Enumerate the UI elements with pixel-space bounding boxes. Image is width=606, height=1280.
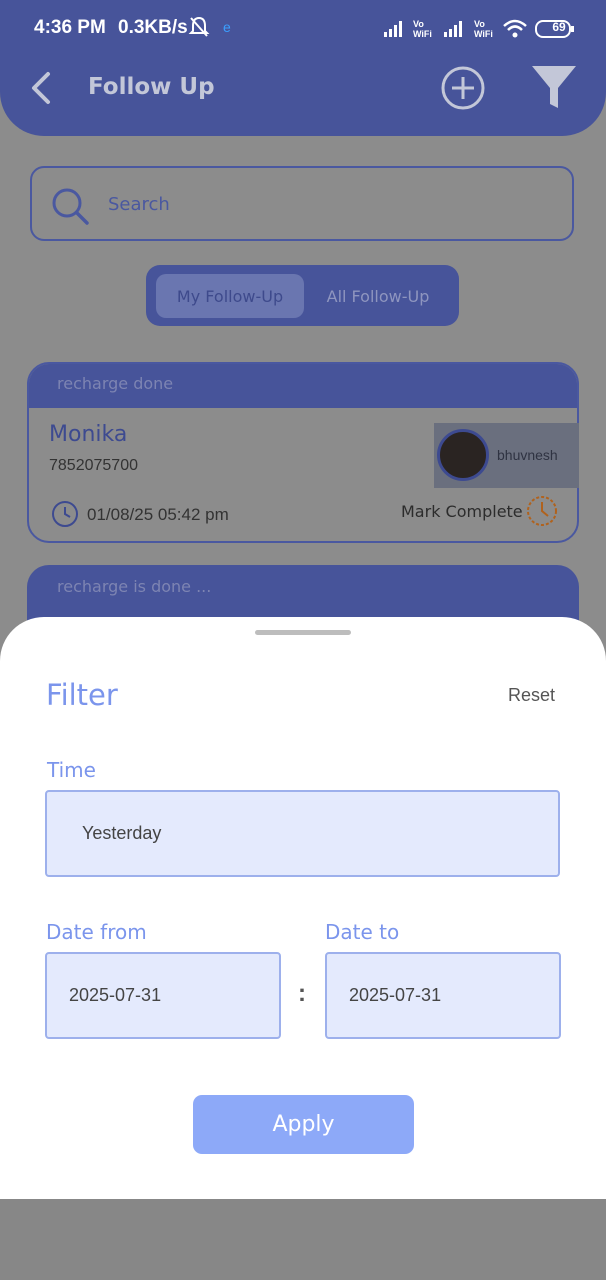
nav-bar-area	[0, 1199, 606, 1280]
time-label: Time	[47, 758, 96, 782]
date-to-value: 2025-07-31	[349, 985, 442, 1005]
date-to-label: Date to	[325, 920, 400, 944]
card-status: recharge is done ...	[57, 577, 212, 596]
contact-phone: 7852075700	[49, 457, 138, 474]
card-status: recharge done	[57, 374, 174, 393]
clock-pending-icon[interactable]	[525, 494, 559, 528]
date-separator: :	[298, 980, 306, 1007]
date-from-label: Date from	[46, 920, 147, 944]
page-title: Follow Up	[88, 74, 215, 100]
mark-complete-button[interactable]: Mark Complete	[401, 502, 523, 521]
time-select[interactable]: Yesterday	[45, 790, 560, 877]
network-speed: 0.3KB/s	[118, 17, 188, 38]
status-indicator: e	[223, 19, 231, 35]
avatar	[437, 429, 489, 481]
apply-button[interactable]: Apply	[193, 1095, 414, 1154]
search-icon	[52, 188, 89, 225]
bell-off-icon	[188, 16, 210, 37]
sheet-drag-handle[interactable]	[255, 630, 351, 635]
reset-button[interactable]: Reset	[508, 685, 555, 706]
tab-my-follow-up[interactable]: My Follow-Up	[156, 274, 304, 318]
contact-name: Monika	[49, 422, 128, 447]
svg-text:Vo: Vo	[474, 19, 485, 29]
add-button[interactable]	[440, 65, 486, 111]
back-button[interactable]	[28, 70, 54, 106]
clock-icon	[52, 501, 78, 527]
date-to-field[interactable]: 2025-07-31	[325, 952, 561, 1039]
status-time: 4:36 PM	[34, 17, 106, 38]
svg-text:WiFi: WiFi	[474, 29, 493, 39]
battery-level: 69	[552, 20, 566, 34]
time-value: Yesterday	[82, 823, 162, 843]
svg-text:WiFi: WiFi	[413, 29, 432, 39]
search-placeholder: Search	[108, 194, 170, 215]
follow-up-datetime: 01/08/25 05:42 pm	[87, 505, 229, 524]
tab-all-follow-up[interactable]: All Follow-Up	[308, 274, 448, 318]
assignee-name: bhuvnesh	[497, 447, 558, 463]
svg-text:Vo: Vo	[413, 19, 424, 29]
filter-button[interactable]	[530, 64, 578, 112]
filter-title: Filter	[46, 678, 118, 712]
date-from-value: 2025-07-31	[69, 985, 162, 1005]
date-from-field[interactable]: 2025-07-31	[45, 952, 281, 1039]
